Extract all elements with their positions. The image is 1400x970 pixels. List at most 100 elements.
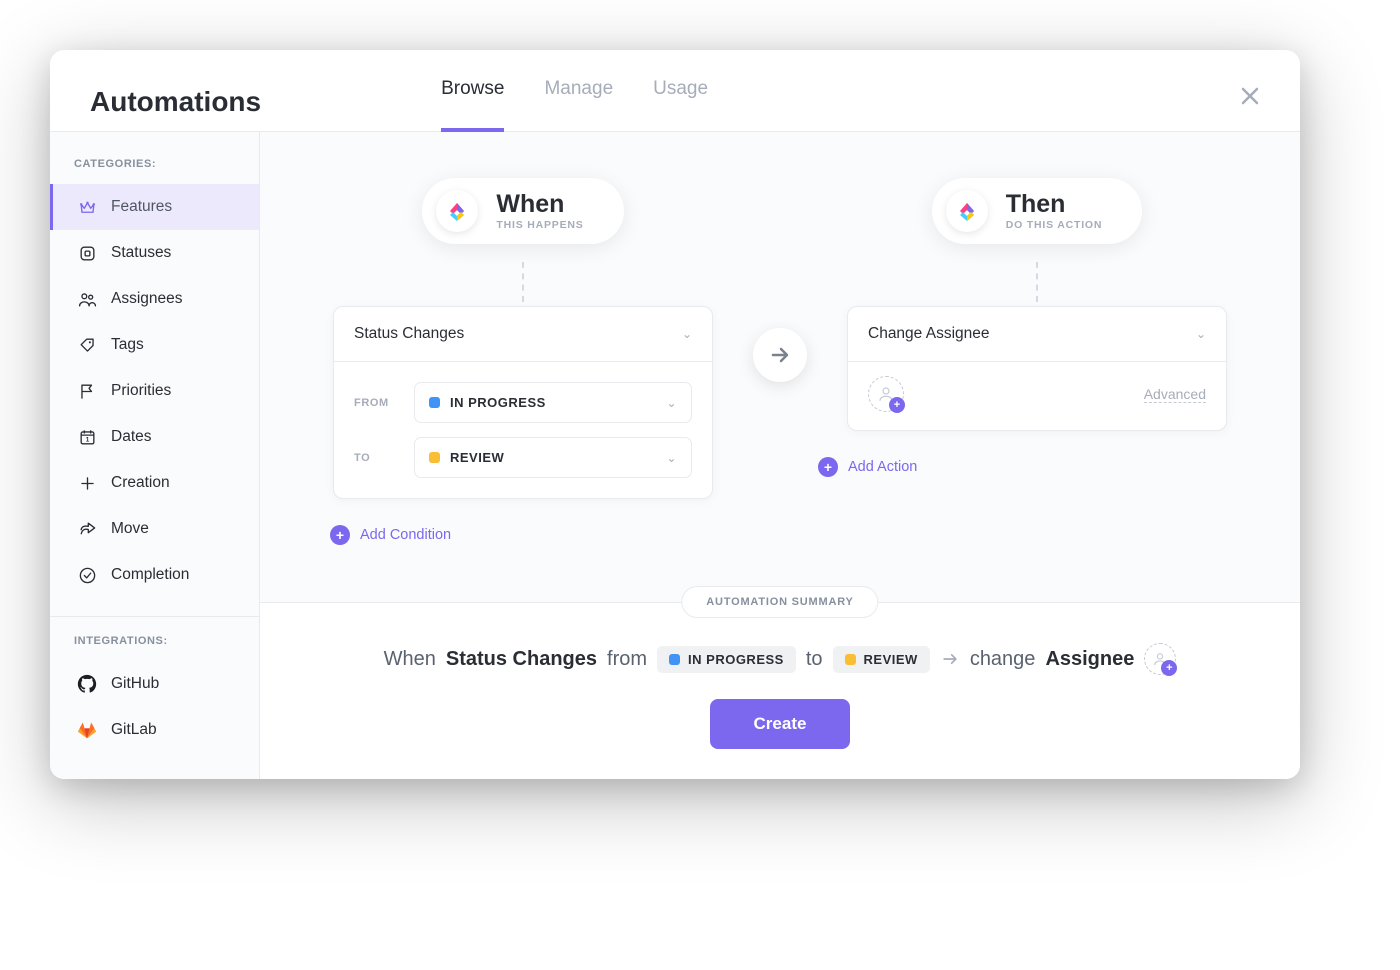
summary-assignee-add[interactable]: +: [1144, 643, 1176, 675]
sidebar: CATEGORIES: Features Statuses Assignees …: [50, 132, 260, 779]
sidebar-item-tags[interactable]: Tags: [50, 322, 259, 368]
sidebar-item-label: GitHub: [111, 675, 159, 693]
create-button[interactable]: Create: [710, 699, 851, 749]
add-assignee-button[interactable]: +: [868, 376, 904, 412]
to-row: TO REVIEW ⌄: [334, 437, 712, 498]
square-icon: [77, 243, 97, 263]
summary-to-word: to: [806, 648, 823, 671]
sidebar-item-label: Dates: [111, 428, 152, 446]
connector-line: [1036, 262, 1038, 302]
sidebar-item-label: Priorities: [111, 382, 171, 400]
categories-label: CATEGORIES:: [50, 158, 259, 184]
share-icon: [77, 519, 97, 539]
sidebar-item-dates[interactable]: 1 Dates: [50, 414, 259, 460]
sidebar-item-label: Move: [111, 520, 149, 538]
sidebar-item-label: Completion: [111, 566, 189, 584]
to-status-select[interactable]: REVIEW ⌄: [414, 437, 692, 478]
advanced-link[interactable]: Advanced: [1144, 386, 1206, 403]
gitlab-icon: [77, 720, 97, 740]
sidebar-item-label: Features: [111, 198, 172, 216]
tab-browse[interactable]: Browse: [441, 78, 504, 132]
from-status-select[interactable]: IN PROGRESS ⌄: [414, 382, 692, 423]
summary-line: When Status Changes from IN PROGRESS to …: [290, 643, 1270, 675]
sidebar-item-label: GitLab: [111, 721, 157, 739]
sidebar-item-creation[interactable]: Creation: [50, 460, 259, 506]
flag-icon: [77, 381, 97, 401]
arrow-right-icon: [753, 328, 807, 382]
add-action-button[interactable]: + Add Action: [818, 457, 917, 477]
crown-icon: [77, 197, 97, 217]
summary-assignee: Assignee: [1045, 648, 1134, 671]
sidebar-item-github[interactable]: GitHub: [50, 661, 259, 707]
sidebar-item-gitlab[interactable]: GitLab: [50, 707, 259, 753]
people-icon: [77, 289, 97, 309]
to-label: TO: [354, 452, 400, 464]
sidebar-item-features[interactable]: Features: [50, 184, 259, 230]
add-action-label: Add Action: [848, 459, 917, 475]
from-value: IN PROGRESS: [450, 395, 546, 410]
status-dot: [845, 654, 856, 665]
automation-builder: When THIS HAPPENS Status Changes ⌄ FROM: [260, 132, 1300, 602]
modal-body: CATEGORIES: Features Statuses Assignees …: [50, 132, 1300, 779]
tag-icon: [77, 335, 97, 355]
github-icon: [77, 674, 97, 694]
integrations-label: INTEGRATIONS:: [50, 635, 259, 661]
connector-line: [522, 262, 524, 302]
close-button[interactable]: [1240, 86, 1260, 106]
trigger-select[interactable]: Status Changes ⌄: [334, 307, 712, 361]
main-content: When THIS HAPPENS Status Changes ⌄ FROM: [260, 132, 1300, 779]
when-title: When: [496, 192, 583, 217]
sidebar-item-label: Assignees: [111, 290, 183, 308]
check-circle-icon: [77, 565, 97, 585]
summary-from-chip: IN PROGRESS: [657, 646, 796, 673]
summary-to-chip: REVIEW: [833, 646, 930, 673]
when-card: Status Changes ⌄ FROM IN PROGRESS ⌄: [333, 306, 713, 499]
svg-text:1: 1: [85, 436, 89, 443]
automations-modal: Automations Browse Manage Usage CATEGORI…: [50, 50, 1300, 779]
plus-badge-icon: +: [889, 397, 905, 413]
then-title: Then: [1006, 192, 1103, 217]
summary-when: When: [384, 648, 436, 671]
modal-title: Automations: [90, 86, 261, 118]
summary-badge: AUTOMATION SUMMARY: [681, 586, 878, 618]
action-value: Change Assignee: [868, 325, 990, 343]
summary-change-word: change: [970, 648, 1036, 671]
summary-from-word: from: [607, 648, 647, 671]
calendar-icon: 1: [77, 427, 97, 447]
plus-circle-icon: +: [330, 525, 350, 545]
then-column: Then DO THIS ACTION Change Assignee ⌄: [810, 178, 1264, 477]
clickup-logo-icon: [436, 190, 478, 232]
summary-trigger: Status Changes: [446, 648, 597, 671]
sidebar-item-label: Statuses: [111, 244, 171, 262]
add-condition-label: Add Condition: [360, 527, 451, 543]
plus-icon: [77, 473, 97, 493]
then-subtitle: DO THIS ACTION: [1006, 219, 1103, 231]
sidebar-item-assignees[interactable]: Assignees: [50, 276, 259, 322]
chevron-down-icon: ⌄: [1196, 327, 1206, 341]
sidebar-divider: [50, 616, 259, 617]
arrow-divider: [750, 328, 810, 382]
trigger-value: Status Changes: [354, 325, 464, 343]
sidebar-item-move[interactable]: Move: [50, 506, 259, 552]
sidebar-item-label: Creation: [111, 474, 170, 492]
then-card: Change Assignee ⌄ + Advanced: [847, 306, 1227, 431]
when-header: When THIS HAPPENS: [422, 178, 623, 244]
clickup-logo-icon: [946, 190, 988, 232]
tab-usage[interactable]: Usage: [653, 78, 708, 132]
then-header: Then DO THIS ACTION: [932, 178, 1143, 244]
chevron-down-icon: ⌄: [666, 396, 677, 410]
chevron-down-icon: ⌄: [666, 451, 677, 465]
sidebar-item-completion[interactable]: Completion: [50, 552, 259, 598]
chevron-down-icon: ⌄: [682, 327, 692, 341]
from-label: FROM: [354, 397, 400, 409]
sidebar-item-statuses[interactable]: Statuses: [50, 230, 259, 276]
action-select[interactable]: Change Assignee ⌄: [848, 307, 1226, 361]
to-value: REVIEW: [450, 450, 504, 465]
status-dot: [429, 397, 440, 408]
header-tabs: Browse Manage Usage: [441, 72, 708, 131]
modal-header: Automations Browse Manage Usage: [50, 50, 1300, 132]
tab-manage[interactable]: Manage: [544, 78, 613, 132]
add-condition-button[interactable]: + Add Condition: [330, 525, 451, 545]
plus-circle-icon: +: [818, 457, 838, 477]
sidebar-item-priorities[interactable]: Priorities: [50, 368, 259, 414]
